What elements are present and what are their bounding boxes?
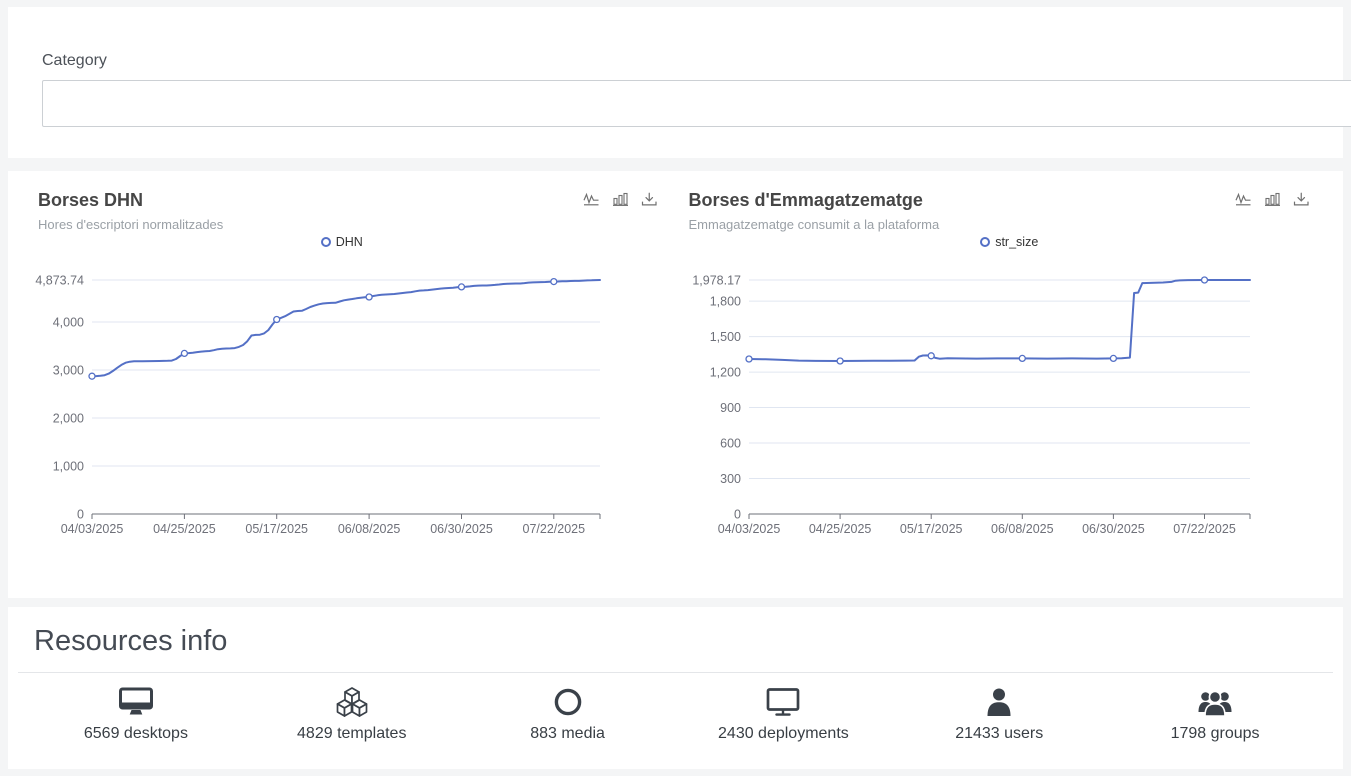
legend-marker-icon: [980, 237, 990, 247]
bar-chart-icon[interactable]: [1264, 192, 1281, 207]
svg-text:0: 0: [734, 508, 741, 522]
line-chart-plot[interactable]: 0 1,000 2,000 3,000 4,000 4,873.74 04/03/2025 0…: [8, 254, 676, 544]
svg-text:04/25/2025: 04/25/2025: [808, 522, 871, 536]
chart-toolbox: [1235, 188, 1310, 207]
chart-legend[interactable]: DHN: [8, 234, 676, 250]
svg-text:1,978.17: 1,978.17: [692, 274, 741, 288]
chart-title-block: Borses DHN Hores d'escriptori normalitza…: [38, 188, 223, 232]
svg-text:900: 900: [720, 401, 741, 415]
svg-text:3,000: 3,000: [53, 364, 84, 378]
svg-text:05/17/2025: 05/17/2025: [245, 522, 308, 536]
svg-text:0: 0: [77, 508, 84, 522]
stat-label: 4829 templates: [297, 725, 406, 743]
svg-text:07/22/2025: 07/22/2025: [523, 522, 586, 536]
download-icon[interactable]: [641, 192, 658, 207]
stat-item-templates: 4829 templates: [244, 687, 460, 743]
stats-row: 6569 desktops 4829 templates 883 media: [8, 673, 1343, 743]
bar-chart-icon[interactable]: [612, 192, 629, 207]
chart-title-block: Borses d'Emmagatzematge Emmagatzematge c…: [689, 188, 940, 232]
svg-text:04/03/2025: 04/03/2025: [717, 522, 780, 536]
chart-toolbox: [583, 188, 658, 207]
chart-subtitle: Emmagatzematge consumit a la plataforma: [689, 217, 940, 232]
display-icon: [765, 687, 801, 717]
chart-title: Borses d'Emmagatzematge: [689, 188, 940, 212]
chart-header: Borses d'Emmagatzematge Emmagatzematge c…: [676, 171, 1344, 232]
charts-card: Borses DHN Hores d'escriptori normalitza…: [8, 171, 1343, 598]
line-chart-plot[interactable]: 0 300 600 900 1,200 1,500 1,800 1,978.17 04/03/2…: [676, 254, 1344, 544]
stat-item-users: 21433 users: [891, 687, 1107, 743]
svg-text:600: 600: [720, 437, 741, 451]
stat-label: 1798 groups: [1171, 725, 1260, 743]
stat-item-desktops: 6569 desktops: [28, 687, 244, 743]
stat-item-deployments: 2430 deployments: [675, 687, 891, 743]
chart-borses-dhn: Borses DHN Hores d'escriptori normalitza…: [8, 171, 676, 598]
svg-text:1,200: 1,200: [709, 366, 740, 380]
svg-text:06/30/2025: 06/30/2025: [430, 522, 493, 536]
download-icon[interactable]: [1293, 192, 1310, 207]
stat-label: 6569 desktops: [84, 725, 188, 743]
chart-borses-emmagatzematge: Borses d'Emmagatzematge Emmagatzematge c…: [676, 171, 1344, 598]
chart-legend[interactable]: str_size: [676, 234, 1344, 250]
svg-text:06/08/2025: 06/08/2025: [991, 522, 1054, 536]
resources-card: Resources info 6569 desktops 4829 templa…: [8, 607, 1343, 769]
category-label: Category: [42, 52, 107, 70]
svg-text:1,500: 1,500: [709, 330, 740, 344]
svg-text:07/22/2025: 07/22/2025: [1173, 522, 1236, 536]
svg-text:4,873.74: 4,873.74: [35, 274, 84, 288]
svg-text:04/03/2025: 04/03/2025: [61, 522, 124, 536]
circle-icon: [550, 687, 586, 717]
svg-text:06/30/2025: 06/30/2025: [1082, 522, 1145, 536]
chart-title: Borses DHN: [38, 188, 223, 212]
dashboard-page: Category Borses DHN Hores d'escriptori n…: [0, 0, 1351, 776]
category-select[interactable]: [42, 80, 1351, 127]
cubes-icon: [334, 687, 370, 717]
svg-text:06/08/2025: 06/08/2025: [338, 522, 401, 536]
stat-label: 883 media: [530, 725, 605, 743]
filter-card: Category: [8, 7, 1343, 158]
stat-item-groups: 1798 groups: [1107, 687, 1323, 743]
legend-marker-icon: [321, 237, 331, 247]
user-icon: [981, 687, 1017, 717]
svg-text:300: 300: [720, 472, 741, 486]
desktop-icon: [118, 687, 154, 717]
svg-text:05/17/2025: 05/17/2025: [899, 522, 962, 536]
legend-label: str_size: [995, 235, 1038, 249]
stat-item-media: 883 media: [460, 687, 676, 743]
line-chart-icon[interactable]: [583, 192, 600, 207]
svg-text:1,000: 1,000: [53, 460, 84, 474]
stat-label: 2430 deployments: [718, 725, 849, 743]
svg-text:1,800: 1,800: [709, 295, 740, 309]
svg-text:04/25/2025: 04/25/2025: [153, 522, 216, 536]
svg-text:2,000: 2,000: [53, 412, 84, 426]
legend-label: DHN: [336, 235, 363, 249]
chart-subtitle: Hores d'escriptori normalitzades: [38, 217, 223, 232]
stat-label: 21433 users: [955, 725, 1043, 743]
users-icon: [1197, 687, 1233, 717]
resources-title: Resources info: [8, 607, 1343, 659]
svg-text:4,000: 4,000: [53, 316, 84, 330]
chart-header: Borses DHN Hores d'escriptori normalitza…: [8, 171, 676, 232]
line-chart-icon[interactable]: [1235, 192, 1252, 207]
